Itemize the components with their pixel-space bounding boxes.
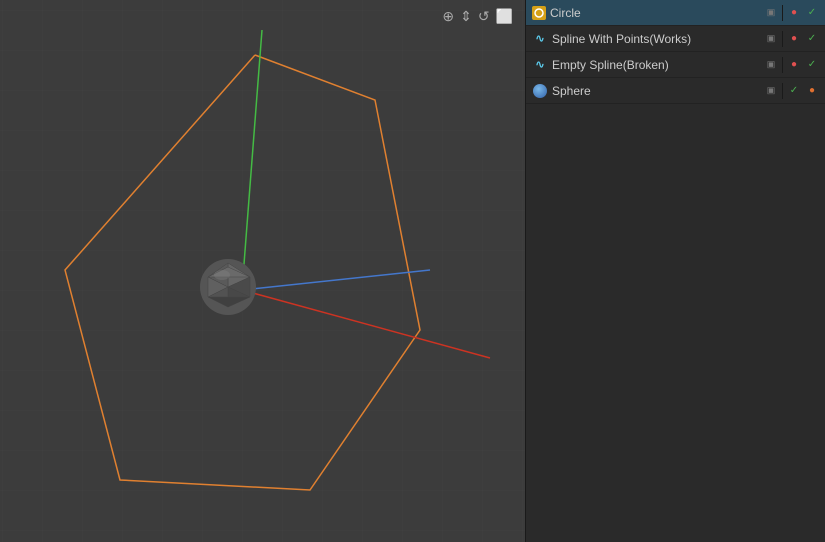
sphere-visibility-icon[interactable]: ▣ xyxy=(764,84,778,98)
circle-visibility-icon[interactable]: ▣ xyxy=(764,6,778,20)
spline-broken-icon: ∿ xyxy=(532,57,548,73)
spline-works-controls: ▣ ● ✓ xyxy=(764,31,819,47)
circle-controls: ▣ ● ✓ xyxy=(764,5,819,21)
spline-broken-label: Empty Spline(Broken) xyxy=(552,58,760,72)
spline-broken-dot-icon[interactable]: ● xyxy=(787,58,801,72)
rotate-icon[interactable]: ↺ xyxy=(478,8,490,25)
spline-works-icon: ∿ xyxy=(532,31,548,47)
outliner-row-sphere[interactable]: Sphere ▣ ✓ ● xyxy=(526,78,825,104)
sphere-label: Sphere xyxy=(552,84,760,98)
spline-works-visibility-icon[interactable]: ▣ xyxy=(764,32,778,46)
outliner-empty-space xyxy=(526,104,825,542)
circle-dot-icon[interactable]: ● xyxy=(787,6,801,20)
spline-works-label: Spline With Points(Works) xyxy=(552,32,760,46)
viewport-toolbar: ⊕ ⇕ ↺ ⬜ xyxy=(442,8,513,25)
spline-works-check-icon[interactable]: ✓ xyxy=(805,32,819,46)
maximize-icon[interactable]: ⬜ xyxy=(496,8,513,25)
sphere-check-icon[interactable]: ✓ xyxy=(787,84,801,98)
outliner-row-spline-broken[interactable]: ∿ Empty Spline(Broken) ▣ ● ✓ xyxy=(526,52,825,78)
outliner-row-spline-works[interactable]: ∿ Spline With Points(Works) ▣ ● ✓ xyxy=(526,26,825,52)
spline-broken-controls: ▣ ● ✓ xyxy=(764,57,819,73)
circle-icon xyxy=(532,6,546,20)
sphere-controls: ▣ ✓ ● xyxy=(764,83,819,99)
move-icon[interactable]: ⊕ xyxy=(442,8,454,25)
icosphere xyxy=(200,259,256,315)
sphere-dot-icon[interactable]: ● xyxy=(805,84,819,98)
spline-broken-check-icon[interactable]: ✓ xyxy=(805,58,819,72)
viewport-svg xyxy=(0,0,525,542)
sphere-icon xyxy=(532,83,548,99)
outliner-panel: Circle ▣ ● ✓ ∿ Spline With Points(Works)… xyxy=(525,0,825,542)
transform-icon[interactable]: ⇕ xyxy=(460,8,472,25)
circle-check-icon[interactable]: ✓ xyxy=(805,6,819,20)
spline-broken-visibility-icon[interactable]: ▣ xyxy=(764,58,778,72)
spline-works-dot-icon[interactable]: ● xyxy=(787,32,801,46)
viewport-3d[interactable]: ⊕ ⇕ ↺ ⬜ xyxy=(0,0,525,542)
circle-label: Circle xyxy=(550,6,760,20)
outliner-row-circle[interactable]: Circle ▣ ● ✓ xyxy=(526,0,825,26)
